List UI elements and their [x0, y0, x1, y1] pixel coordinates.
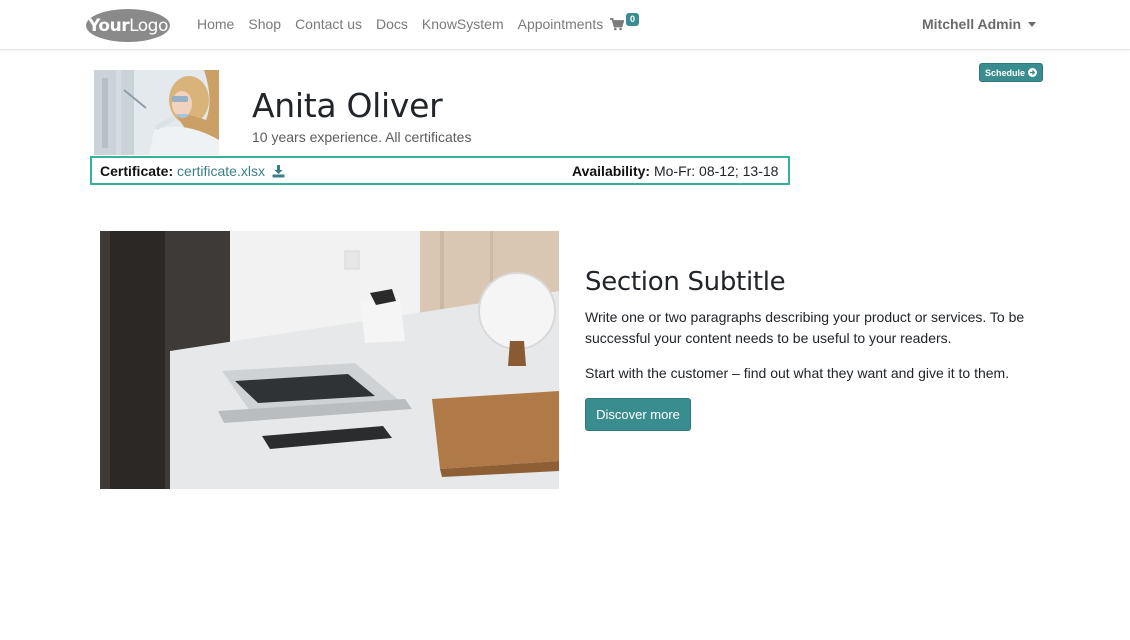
main-menu: Home Shop Contact us Docs KnowSystem App…: [190, 16, 610, 32]
user-name: Mitchell Admin: [922, 16, 1022, 32]
certificate-row: Certificate: certificate.xlsx: [100, 163, 285, 179]
download-icon[interactable]: [272, 165, 285, 178]
cart-count-badge: 0: [626, 13, 640, 26]
caret-down-icon: [1028, 22, 1037, 27]
section-image: [100, 231, 559, 489]
arrow-circle-right-icon: [1028, 68, 1038, 77]
nav-home[interactable]: Home: [190, 16, 241, 32]
availability-value: Mo-Fr: 08-12; 13-18: [653, 163, 779, 179]
top-navbar: Your Logo Home Shop Contact us Docs KnowS…: [0, 0, 1130, 50]
schedule-button[interactable]: Schedule: [979, 63, 1044, 82]
nav-contact-us[interactable]: Contact us: [288, 16, 369, 32]
availability-label: Availability:: [572, 163, 651, 179]
profile-description: 10 years experience. All certificates: [252, 129, 472, 145]
cart-icon: [610, 18, 624, 31]
availability-row: Availability: Mo-Fr: 08-12; 13-18: [572, 163, 778, 179]
section-paragraph-2: Start with the customer – find out what …: [585, 365, 1010, 381]
certificate-link[interactable]: certificate.xlsx: [177, 163, 265, 179]
logo-text-thin: Logo: [129, 15, 168, 36]
schedule-label: Schedule: [985, 67, 1026, 78]
section-title: Section Subtitle: [585, 267, 786, 297]
profile-photo: [94, 70, 219, 155]
section-paragraph-1: Write one or two paragraphs describing y…: [585, 309, 1025, 346]
discover-more-button[interactable]: Discover more: [585, 398, 691, 431]
nav-knowsystem[interactable]: KnowSystem: [415, 16, 511, 32]
profile-info-box: Certificate: certificate.xlsx Availabili…: [90, 156, 790, 185]
site-logo[interactable]: Your Logo: [86, 9, 170, 42]
logo-text-bold: Your: [88, 15, 130, 36]
cart-button[interactable]: 0: [610, 13, 640, 31]
profile-name: Anita Oliver: [252, 86, 443, 125]
user-menu[interactable]: Mitchell Admin: [922, 16, 1037, 32]
certificate-label: Certificate:: [100, 163, 174, 179]
nav-shop[interactable]: Shop: [241, 16, 288, 32]
nav-docs[interactable]: Docs: [369, 16, 415, 32]
nav-appointments[interactable]: Appointments: [511, 16, 611, 32]
